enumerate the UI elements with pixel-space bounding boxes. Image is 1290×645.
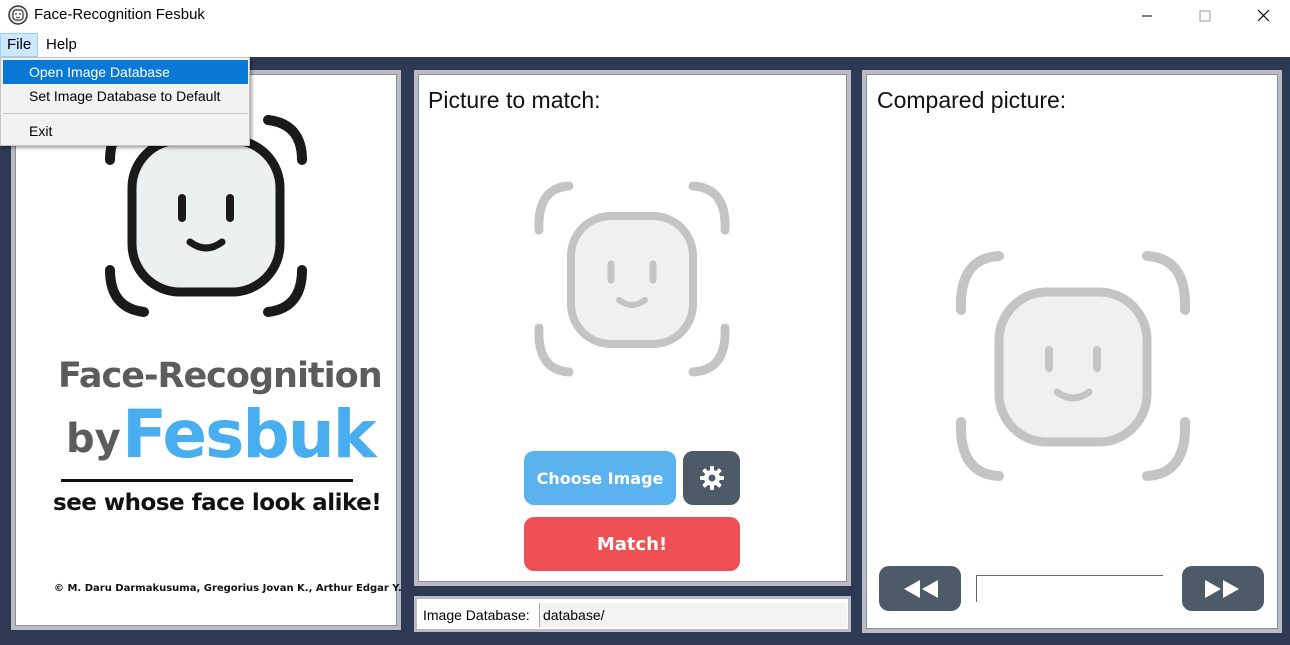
rewind-icon [904,579,938,598]
match-placeholder-face-icon [534,181,730,377]
brand-credit: © M. Daru Darmakusuma, Gregorius Jovan K… [54,583,402,594]
result-progress [976,575,1163,602]
choose-image-button[interactable]: Choose Image [524,451,676,505]
maximize-button[interactable] [1176,0,1234,31]
match-button[interactable]: Match! [524,517,740,571]
match-panel-title: Picture to match: [428,87,601,113]
previous-button[interactable] [879,566,961,611]
compared-panel-title: Compared picture: [877,87,1067,113]
menu-bar: File Help [0,33,1290,57]
database-bar: Image Database: database/ [414,596,851,632]
next-button[interactable] [1182,566,1264,611]
fast-forward-icon [1205,579,1239,598]
minimize-button[interactable] [1118,0,1176,31]
brand-title: Face-Recognition [58,356,383,396]
brand-tagline: see whose face look alike! [53,490,382,516]
menu-help[interactable]: Help [40,33,83,57]
window-title: Face-Recognition Fesbuk [34,6,205,23]
brand-by: by [66,416,121,462]
face-icon [8,5,28,25]
menu-set-default-database[interactable]: Set Image Database to Default [3,84,248,108]
settings-button[interactable] [683,451,740,505]
database-label: Image Database: [423,607,530,623]
menu-open-image-database[interactable]: Open Image Database [3,60,248,84]
maximize-icon [1199,10,1211,21]
brand-divider [61,479,353,482]
menu-file[interactable]: File [0,33,39,57]
brand-name: Fesbuk [122,396,377,473]
gear-icon [699,466,724,490]
menu-exit[interactable]: Exit [3,119,248,143]
close-button[interactable] [1234,0,1290,31]
close-icon [1257,9,1269,22]
title-bar: Face-Recognition Fesbuk [0,0,1290,31]
minimize-icon [1142,15,1152,16]
compared-placeholder-face-icon [955,251,1191,481]
database-path-field[interactable]: database/ [539,603,847,627]
file-menu-dropdown: Open Image Database Set Image Database t… [0,57,250,146]
menu-separator [3,113,248,114]
